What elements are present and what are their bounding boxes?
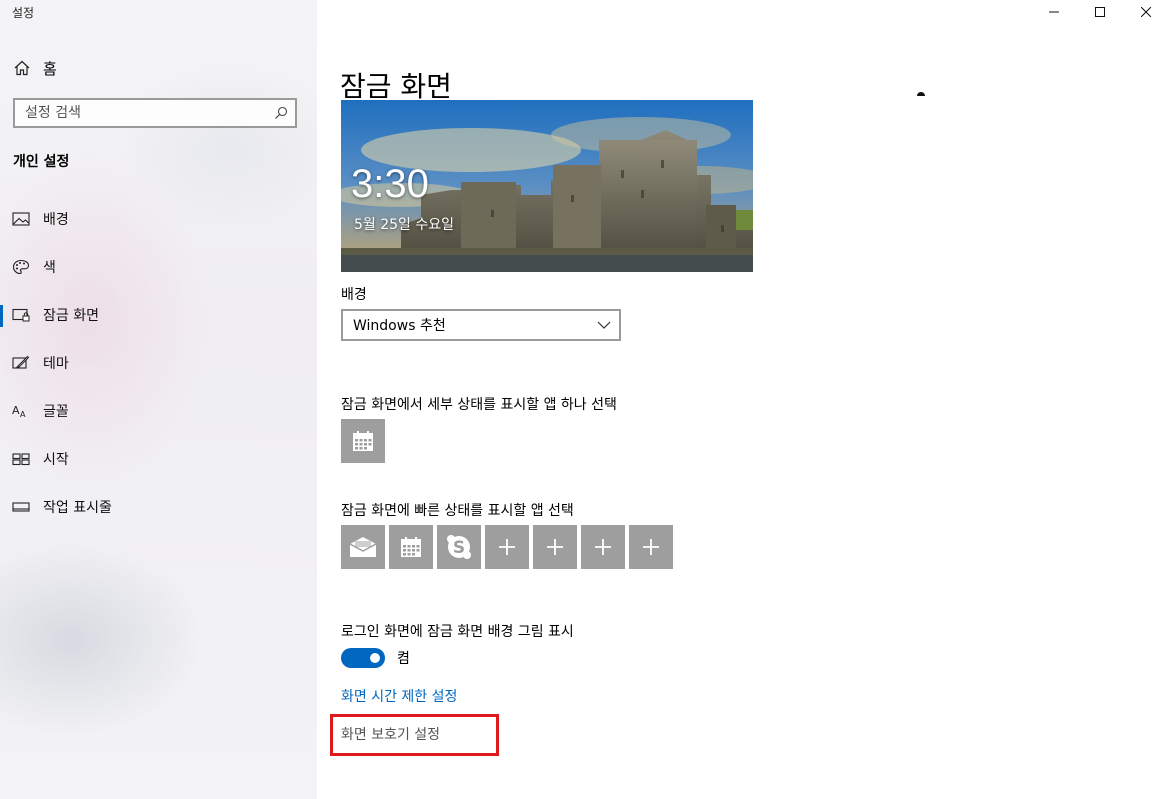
quick-status-app-calendar[interactable] <box>389 525 433 569</box>
palette-icon <box>12 259 30 275</box>
sidebar-item-label: 잠금 화면 <box>43 308 99 324</box>
signin-background-toggle[interactable] <box>341 648 385 668</box>
sidebar-item-label: 테마 <box>43 356 69 372</box>
background-dropdown[interactable]: Windows 추천 <box>341 309 621 341</box>
maximize-button[interactable] <box>1077 0 1123 24</box>
font-icon: A A <box>12 404 26 419</box>
svg-text:A: A <box>20 410 26 419</box>
active-indicator <box>0 305 3 327</box>
quick-status-app-skype[interactable]: S <box>437 525 481 569</box>
sidebar-item-label: 시작 <box>43 452 69 468</box>
lock-screen-preview: 3:30 5월 25일 수요일 <box>341 100 753 272</box>
svg-text:A: A <box>12 404 20 417</box>
minimize-button[interactable] <box>1031 0 1077 24</box>
home-label: 홈 <box>43 59 57 78</box>
sidebar-item-label: 색 <box>43 260 56 276</box>
screen-timeout-settings-link[interactable]: 화면 시간 제한 설정 <box>341 686 457 706</box>
search-icon[interactable] <box>274 106 288 120</box>
background-label: 배경 <box>341 287 367 303</box>
section-title: 개인 설정 <box>13 154 70 170</box>
signin-background-toggle-row: 켬 <box>341 648 410 668</box>
sidebar-item-taskbar[interactable]: 작업 표시줄 <box>0 487 317 527</box>
page-title: 잠금 화면 <box>340 69 452 103</box>
home-icon <box>14 60 30 76</box>
signin-background-label: 로그인 화면에 잠금 화면 배경 그림 표시 <box>341 624 574 640</box>
quick-status-add-button-4[interactable] <box>629 525 673 569</box>
sidebar-item-lock-screen[interactable]: 잠금 화면 <box>0 295 317 335</box>
plus-icon <box>595 539 611 555</box>
lock-screen-icon <box>12 308 30 322</box>
preview-time: 3:30 <box>351 162 429 206</box>
window-controls <box>1031 0 1169 24</box>
plus-icon <box>499 539 515 555</box>
related-settings-link-clipped[interactable] <box>917 82 1057 96</box>
svg-text:S: S <box>453 538 465 558</box>
close-button[interactable] <box>1123 0 1169 24</box>
plus-icon <box>547 539 563 555</box>
search-input[interactable] <box>15 100 265 126</box>
chevron-down-icon <box>597 321 611 329</box>
sidebar: 설정 홈 개인 설정 배경 색 잠금 <box>0 0 317 799</box>
quick-status-add-button-1[interactable] <box>485 525 529 569</box>
bullet-icon <box>917 92 925 96</box>
toggle-state-label: 켬 <box>397 651 410 667</box>
screensaver-settings-link[interactable]: 화면 보호기 설정 <box>341 724 440 744</box>
toggle-knob <box>370 653 380 663</box>
search-box[interactable] <box>13 98 297 128</box>
quick-status-app-mail[interactable] <box>341 525 385 569</box>
quick-status-label: 잠금 화면에 빠른 상태를 표시할 앱 선택 <box>341 503 574 519</box>
home-nav[interactable]: 홈 <box>13 57 57 79</box>
quick-status-add-button-3[interactable] <box>581 525 625 569</box>
skype-icon: S <box>447 535 471 559</box>
detail-status-label: 잠금 화면에서 세부 상태를 표시할 앱 하나 선택 <box>341 397 617 413</box>
sidebar-item-background[interactable]: 배경 <box>0 199 317 239</box>
calendar-icon <box>353 431 373 451</box>
sidebar-item-start[interactable]: 시작 <box>0 439 317 479</box>
detail-status-app-button[interactable] <box>341 419 385 463</box>
maximize-icon <box>1095 7 1105 17</box>
picture-icon <box>12 212 30 226</box>
sidebar-item-theme[interactable]: 테마 <box>0 343 317 383</box>
theme-brush-icon <box>12 355 30 369</box>
sidebar-item-color[interactable]: 색 <box>0 247 317 287</box>
start-icon <box>12 453 30 466</box>
taskbar-icon <box>12 502 30 512</box>
sidebar-item-label: 작업 표시줄 <box>43 500 112 516</box>
sidebar-item-label: 글꼴 <box>43 404 69 420</box>
minimize-icon <box>1049 11 1059 13</box>
quick-status-add-button-2[interactable] <box>533 525 577 569</box>
preview-date: 5월 25일 수요일 <box>354 217 455 233</box>
window-title: 설정 <box>12 6 35 20</box>
sidebar-item-fonts[interactable]: A A 글꼴 <box>0 391 317 431</box>
sidebar-item-label: 배경 <box>43 212 69 228</box>
mail-icon <box>349 537 377 557</box>
calendar-icon <box>401 537 421 557</box>
close-icon <box>1141 7 1151 17</box>
plus-icon <box>643 539 659 555</box>
background-dropdown-value: Windows 추천 <box>353 318 446 334</box>
